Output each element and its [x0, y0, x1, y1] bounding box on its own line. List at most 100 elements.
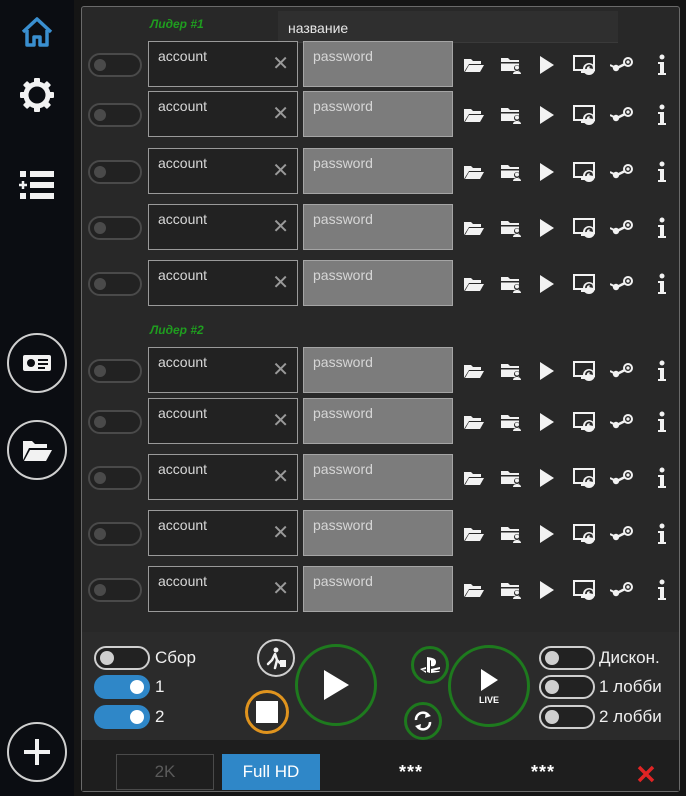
- clear-icon[interactable]: ✕: [272, 161, 289, 181]
- account-field[interactable]: account ✕: [148, 398, 298, 444]
- clear-icon[interactable]: ✕: [272, 579, 289, 599]
- password-field[interactable]: password: [303, 204, 453, 250]
- play-button[interactable]: [535, 466, 559, 490]
- play-button[interactable]: [535, 410, 559, 434]
- account-field[interactable]: account ✕: [148, 148, 298, 194]
- clear-icon[interactable]: ✕: [272, 104, 289, 124]
- play-button[interactable]: [535, 522, 559, 546]
- live-button[interactable]: LIVE: [448, 645, 530, 727]
- folder-user-button[interactable]: [499, 578, 523, 602]
- account-field[interactable]: account ✕: [148, 454, 298, 500]
- id-card-button[interactable]: [7, 333, 67, 393]
- folder-user-button[interactable]: [499, 53, 523, 77]
- folder-user-button[interactable]: [499, 216, 523, 240]
- account-field[interactable]: account ✕: [148, 260, 298, 306]
- folder-open-button[interactable]: [462, 410, 486, 434]
- stop-button[interactable]: [245, 690, 289, 734]
- folder-open-button[interactable]: [462, 466, 486, 490]
- account-enable-toggle[interactable]: [88, 216, 142, 240]
- monitor-refresh-button[interactable]: [573, 272, 597, 296]
- play-button[interactable]: [535, 160, 559, 184]
- steam-button[interactable]: [610, 103, 634, 127]
- folder-open-button[interactable]: [462, 53, 486, 77]
- folder-open-button[interactable]: [462, 160, 486, 184]
- folder-open-button[interactable]: [462, 272, 486, 296]
- password-field[interactable]: password: [303, 566, 453, 612]
- account-enable-toggle[interactable]: [88, 359, 142, 383]
- password-field[interactable]: password: [303, 148, 453, 194]
- settings-button[interactable]: [17, 75, 57, 115]
- folder-user-button[interactable]: [499, 272, 523, 296]
- monitor-refresh-button[interactable]: [573, 160, 597, 184]
- monitor-refresh-button[interactable]: [573, 522, 597, 546]
- folder-open-button[interactable]: [462, 103, 486, 127]
- folder-user-button[interactable]: [499, 359, 523, 383]
- steam-button[interactable]: [610, 578, 634, 602]
- clear-icon[interactable]: ✕: [272, 273, 289, 293]
- resolution-2k-button[interactable]: 2K: [116, 754, 214, 790]
- account-enable-toggle[interactable]: [88, 466, 142, 490]
- clear-icon[interactable]: ✕: [272, 523, 289, 543]
- steam-button[interactable]: [610, 522, 634, 546]
- account-enable-toggle[interactable]: [88, 410, 142, 434]
- account-field[interactable]: account ✕: [148, 91, 298, 137]
- monitor-refresh-button[interactable]: [573, 466, 597, 490]
- account-enable-toggle[interactable]: [88, 103, 142, 127]
- steam-button[interactable]: [610, 410, 634, 434]
- play-button[interactable]: [535, 103, 559, 127]
- folder-user-button[interactable]: [499, 522, 523, 546]
- folder-open-button[interactable]: [462, 522, 486, 546]
- clear-icon[interactable]: ✕: [272, 360, 289, 380]
- info-button[interactable]: [650, 103, 674, 127]
- folder-open-button[interactable]: [462, 359, 486, 383]
- toggle-sbor[interactable]: [94, 646, 150, 670]
- home-button[interactable]: [17, 12, 57, 52]
- play-button[interactable]: [535, 216, 559, 240]
- info-button[interactable]: [650, 466, 674, 490]
- account-enable-toggle[interactable]: [88, 522, 142, 546]
- folder-user-button[interactable]: [499, 410, 523, 434]
- playstation-button[interactable]: [411, 646, 449, 684]
- folder-open-button[interactable]: [462, 216, 486, 240]
- toggle-lobby-1[interactable]: [539, 675, 595, 699]
- password-field[interactable]: password: [303, 260, 453, 306]
- info-button[interactable]: [650, 272, 674, 296]
- steam-button[interactable]: [610, 466, 634, 490]
- folder-user-button[interactable]: [499, 103, 523, 127]
- toggle-lobby-2[interactable]: [539, 705, 595, 729]
- password-field[interactable]: password: [303, 510, 453, 556]
- account-enable-toggle[interactable]: [88, 160, 142, 184]
- folder-open-button[interactable]: [462, 578, 486, 602]
- steam-button[interactable]: [610, 359, 634, 383]
- refresh-button[interactable]: [404, 702, 442, 740]
- open-folder-button[interactable]: [7, 420, 67, 480]
- info-button[interactable]: [650, 359, 674, 383]
- account-field[interactable]: account ✕: [148, 41, 298, 87]
- monitor-refresh-button[interactable]: [573, 359, 597, 383]
- close-button[interactable]: [636, 764, 656, 789]
- info-button[interactable]: [650, 160, 674, 184]
- monitor-refresh-button[interactable]: [573, 103, 597, 127]
- play-button[interactable]: [535, 359, 559, 383]
- folder-user-button[interactable]: [499, 466, 523, 490]
- play-button[interactable]: [535, 578, 559, 602]
- add-button[interactable]: [7, 722, 67, 782]
- account-enable-toggle[interactable]: [88, 272, 142, 296]
- resolution-fullhd-button[interactable]: Full HD: [222, 754, 320, 790]
- password-field[interactable]: password: [303, 454, 453, 500]
- start-button[interactable]: [295, 644, 377, 726]
- steam-button[interactable]: [610, 272, 634, 296]
- account-field[interactable]: account ✕: [148, 204, 298, 250]
- walk-button[interactable]: [257, 639, 295, 677]
- name-input[interactable]: название: [278, 11, 618, 43]
- monitor-refresh-button[interactable]: [573, 53, 597, 77]
- steam-button[interactable]: [610, 216, 634, 240]
- play-button[interactable]: [535, 272, 559, 296]
- info-button[interactable]: [650, 578, 674, 602]
- steam-button[interactable]: [610, 160, 634, 184]
- clear-icon[interactable]: ✕: [272, 411, 289, 431]
- monitor-refresh-button[interactable]: [573, 578, 597, 602]
- account-field[interactable]: account ✕: [148, 510, 298, 556]
- account-field[interactable]: account ✕: [148, 566, 298, 612]
- monitor-refresh-button[interactable]: [573, 216, 597, 240]
